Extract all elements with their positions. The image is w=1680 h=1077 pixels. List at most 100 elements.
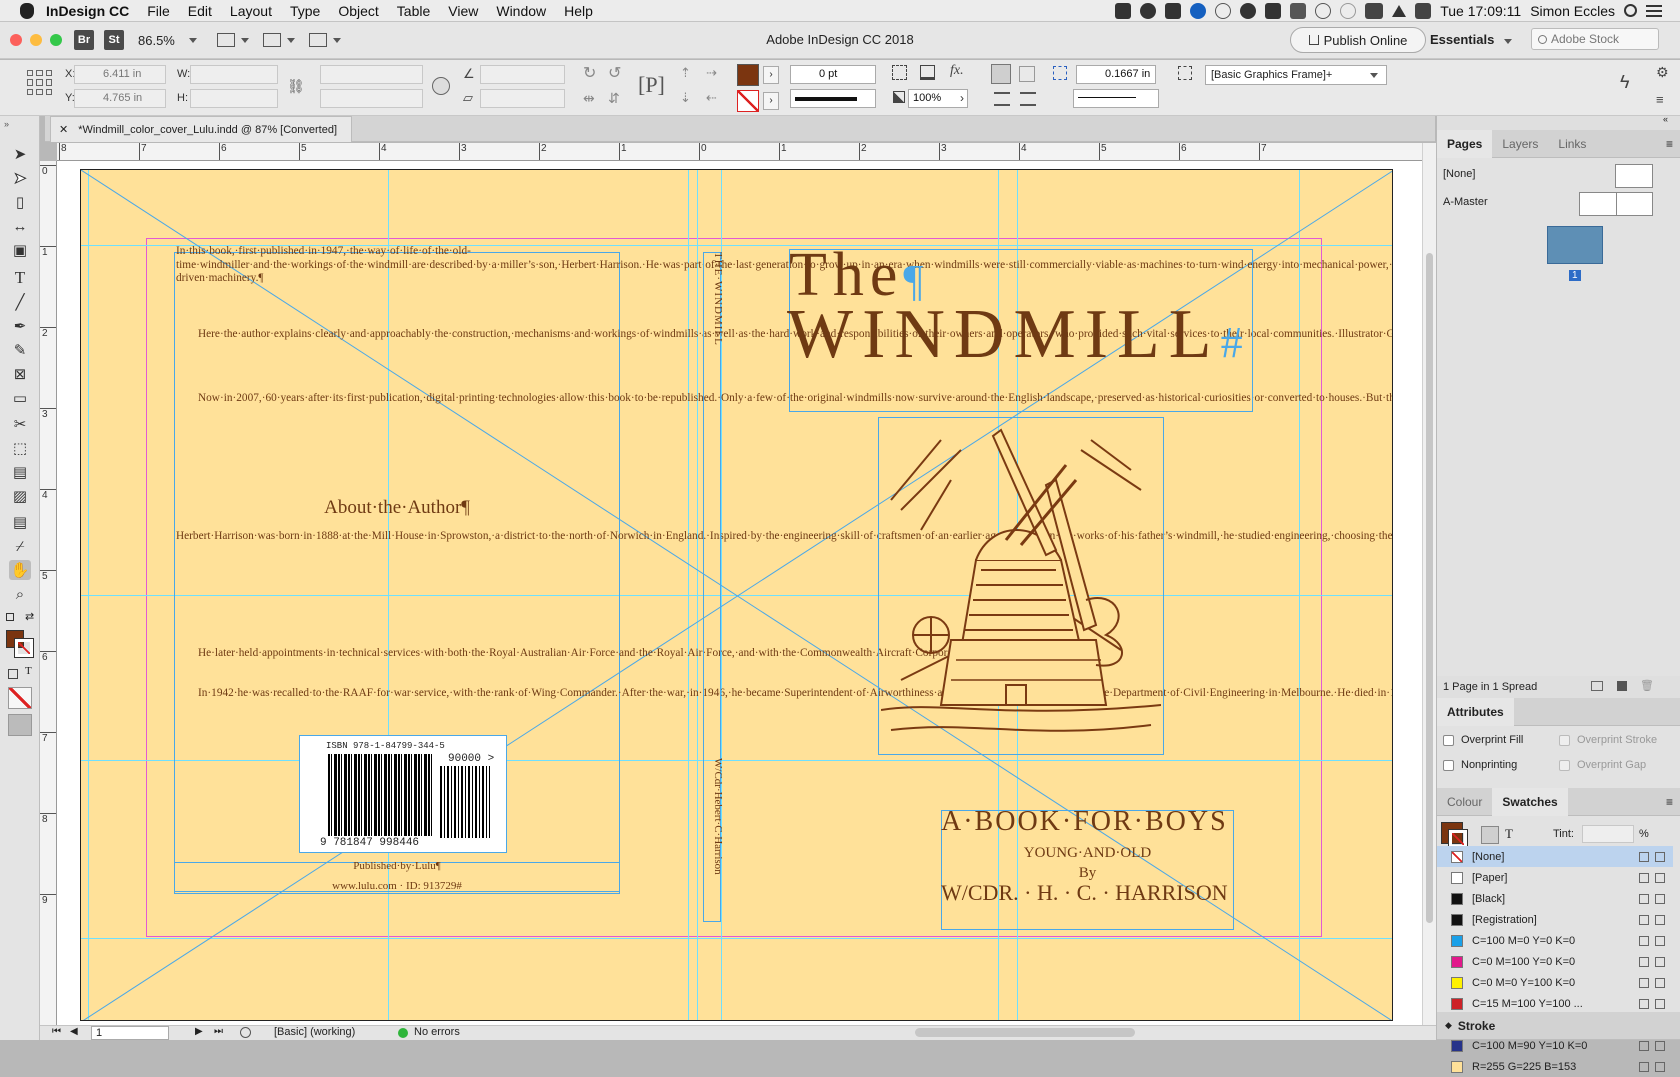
select-content-icon[interactable]: ⇣ [680, 90, 691, 106]
skype-icon[interactable] [1240, 2, 1257, 19]
previous-page-icon[interactable]: ◀ [70, 1026, 78, 1037]
content-collector-icon[interactable]: ▣ [9, 240, 31, 260]
bridge-button[interactable]: Br [74, 30, 94, 50]
frame-fitting-icon[interactable] [892, 65, 907, 80]
formatting-text-icon[interactable]: T [1505, 826, 1513, 842]
free-transform-tool-icon[interactable]: ⬚ [9, 438, 31, 458]
menu-edit[interactable]: Edit [188, 3, 212, 19]
note-tool-icon[interactable]: ▤ [9, 512, 31, 532]
menu-window[interactable]: Window [496, 3, 546, 19]
select-next-icon[interactable]: ⇢ [706, 65, 717, 81]
tab-layers[interactable]: Layers [1492, 130, 1548, 158]
rectangle-frame-tool-icon[interactable]: ⊠ [9, 364, 31, 384]
opacity-field[interactable]: 100% [908, 89, 968, 108]
zoom-window-button[interactable] [50, 34, 62, 46]
screen-mode-icon[interactable] [8, 714, 32, 736]
menu-type[interactable]: Type [290, 3, 320, 19]
reference-point-icon[interactable] [27, 70, 52, 95]
volume-icon[interactable] [1365, 2, 1384, 19]
tab-colour[interactable]: Colour [1437, 788, 1492, 816]
horizontal-scrollbar[interactable] [915, 1028, 1135, 1037]
publish-online-button[interactable]: Publish Online [1290, 27, 1426, 53]
tab-links[interactable]: Links [1548, 130, 1596, 158]
swatch-row[interactable]: C=0 M=0 Y=100 K=0 [1437, 972, 1673, 993]
none-master-thumb[interactable] [1615, 164, 1653, 188]
gradient-feather-icon[interactable]: ▨ [9, 486, 31, 506]
nonprinting-checkbox[interactable]: Nonprinting [1443, 759, 1517, 771]
stroke-swatch[interactable] [14, 638, 34, 658]
spotlight-search-icon[interactable] [1624, 4, 1637, 17]
creative-cloud-icon[interactable] [1140, 2, 1157, 19]
align-left-icon[interactable] [991, 64, 1011, 84]
printer-icon[interactable] [1265, 2, 1282, 19]
apply-none-icon[interactable] [8, 687, 32, 709]
formatting-container-icon[interactable] [1481, 826, 1499, 844]
selection-tool-icon[interactable]: ➤ [9, 144, 31, 164]
flip-horizontal-icon[interactable]: ⇹ [583, 90, 595, 107]
swap-colors-icon[interactable]: ⇄ [25, 610, 34, 623]
stock-button[interactable]: St [104, 30, 124, 50]
text-frame-p-icon[interactable]: [P] [638, 72, 665, 98]
chevron-down-icon[interactable] [189, 37, 197, 43]
chevron-right-icon[interactable]: › [763, 66, 779, 84]
swatch-row[interactable]: C=0 M=100 Y=0 K=0 [1437, 951, 1673, 972]
stroke-style-select[interactable] [1073, 89, 1159, 108]
a-master[interactable]: A-Master [1443, 196, 1488, 208]
chevron-right-icon[interactable]: › [960, 91, 964, 105]
rotate-ccw-icon[interactable]: ↺ [608, 63, 621, 83]
type-tool-icon[interactable]: T [9, 268, 31, 288]
none-master[interactable]: [None] [1443, 168, 1475, 180]
preflight-icon[interactable] [240, 1027, 251, 1038]
formatting-container-icon[interactable] [8, 669, 18, 679]
isbn-barcode[interactable]: ISBN 978-1-84799-344-5 90000 > 9 781847 … [299, 735, 507, 853]
blue-circle-icon[interactable] [1190, 2, 1207, 19]
apple-menu-icon[interactable] [20, 2, 34, 19]
menu-app-name[interactable]: InDesign CC [46, 3, 129, 19]
first-page-icon[interactable]: ⏮ [52, 1026, 61, 1037]
page-number-field[interactable]: 1 [91, 1026, 169, 1040]
tab-attributes[interactable]: Attributes [1437, 697, 1514, 726]
chevron-down-icon[interactable] [333, 37, 341, 43]
collapse-panel-icon[interactable]: » [4, 119, 9, 129]
new-page-icon[interactable] [1617, 681, 1627, 691]
bluetooth-icon[interactable] [1315, 2, 1332, 19]
time-machine-icon[interactable] [1215, 2, 1232, 19]
scale-x-field[interactable] [320, 65, 423, 84]
width-field[interactable] [190, 65, 278, 84]
tab-swatches[interactable]: Swatches [1492, 787, 1568, 816]
dropbox-icon[interactable] [1115, 2, 1132, 19]
workspace-switcher[interactable]: Essentials [1430, 32, 1518, 47]
document-tab[interactable]: ✕ *Windmill_color_cover_Lulu.indd @ 87% … [50, 116, 353, 142]
page-tool-icon[interactable]: ▯ [9, 192, 31, 212]
flip-vertical-icon[interactable]: ⇵ [608, 90, 620, 107]
s-app-icon[interactable] [1165, 2, 1182, 19]
chevron-down-icon[interactable] [241, 37, 249, 43]
close-tab-icon[interactable]: ✕ [59, 123, 68, 136]
pen-tool-icon[interactable]: ✒ [9, 316, 31, 336]
shear-icon[interactable]: ▱ [463, 90, 473, 106]
tint-field[interactable] [1582, 825, 1634, 843]
menubar-user[interactable]: Simon Eccles [1530, 3, 1615, 19]
preflight-profile[interactable]: [Basic] (working) [274, 1026, 355, 1038]
menubar-clock[interactable]: Tue 17:09:11 [1440, 3, 1521, 19]
panel-menu-icon[interactable]: ⚙ [1656, 64, 1669, 81]
errors-status[interactable]: No errors [414, 1026, 460, 1038]
collapse-icon[interactable]: ◆ [1445, 1020, 1452, 1031]
overprint-stroke-checkbox[interactable]: Overprint Stroke [1559, 734, 1657, 746]
screen-mode-icon[interactable] [263, 33, 281, 47]
line-tool-icon[interactable]: ╱ [9, 292, 31, 312]
panel-menu-icon[interactable]: ≡ [1666, 795, 1673, 809]
cover-spread[interactable]: In·this·book,·first·published·in·1947,·t… [80, 169, 1393, 1021]
history-icon[interactable] [1340, 2, 1357, 19]
a-master-thumb[interactable] [1579, 192, 1653, 216]
chevron-down-icon[interactable] [287, 37, 295, 43]
link-scale-icon[interactable] [432, 77, 450, 95]
page-size-icon[interactable] [1591, 681, 1603, 691]
opacity-icon[interactable] [893, 91, 905, 103]
menu-layout[interactable]: Layout [230, 3, 272, 19]
view-options-icon[interactable] [217, 33, 235, 47]
hand-tool-icon[interactable]: ✋ [9, 560, 31, 580]
direct-selection-tool-icon[interactable]: ➤ [9, 168, 31, 188]
object-style-icon[interactable] [1178, 66, 1192, 80]
shear-field[interactable] [480, 89, 565, 108]
